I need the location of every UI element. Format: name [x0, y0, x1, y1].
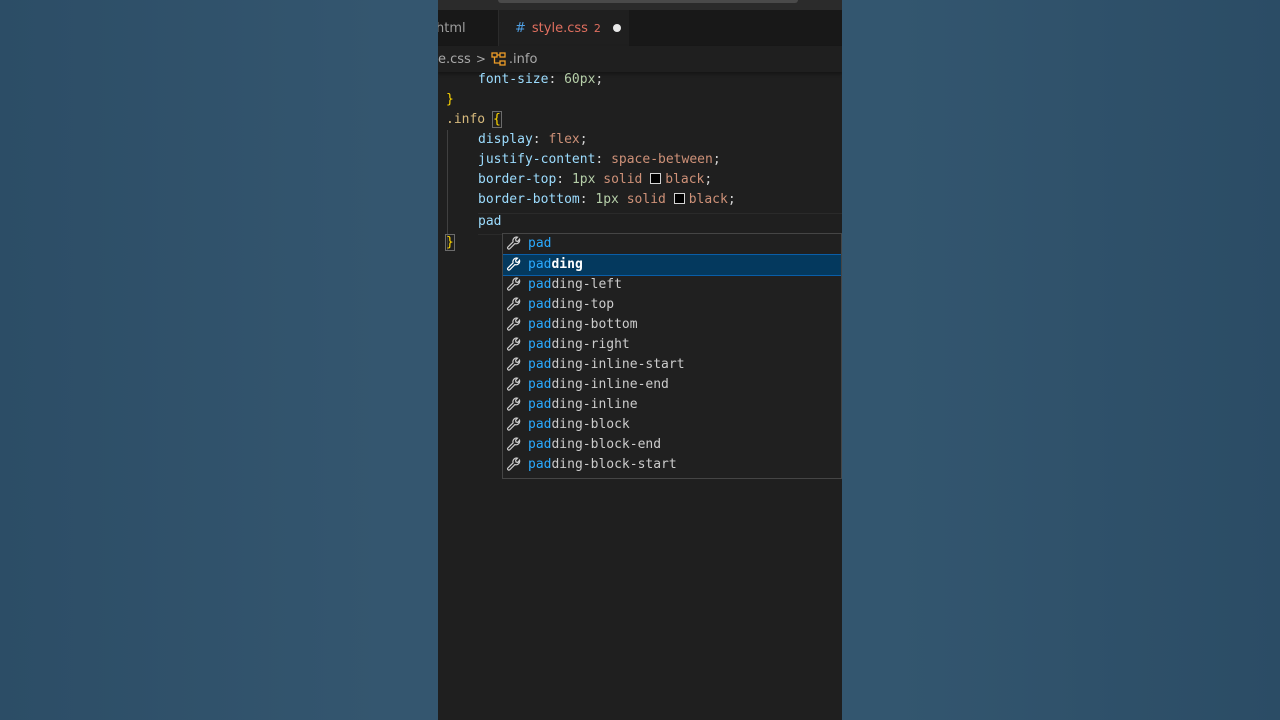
- wrench-icon: [506, 437, 524, 453]
- wrench-icon: [506, 297, 524, 313]
- unsaved-dot-icon[interactable]: [612, 24, 621, 32]
- code-line-typing: pad: [478, 214, 502, 229]
- symbol-class-icon: [491, 52, 506, 66]
- indent-guide: [447, 130, 448, 250]
- wrench-icon: [506, 397, 524, 413]
- suggestion-item[interactable]: pad: [503, 234, 841, 254]
- command-center[interactable]: [498, 0, 798, 3]
- title-bar: [438, 0, 842, 10]
- css-file-icon: #: [515, 20, 526, 36]
- code-line: }: [445, 233, 455, 253]
- suggestion-item[interactable]: pad ding-left: [503, 275, 841, 295]
- suggestion-item[interactable]: pad ding-right: [503, 335, 841, 355]
- wrench-icon: [506, 277, 524, 293]
- color-swatch[interactable]: [673, 193, 685, 204]
- code-line: font-size: 60px;: [478, 72, 604, 87]
- suggestion-item[interactable]: pad ding-block-end: [503, 435, 841, 455]
- wrench-icon: [506, 357, 524, 373]
- tab-bar: html # style.css 2: [438, 10, 842, 46]
- tab-html[interactable]: html: [438, 10, 499, 46]
- tab-label: html: [438, 20, 466, 36]
- color-swatch[interactable]: [650, 173, 662, 184]
- code-line: }: [446, 92, 454, 107]
- tab-label: style.css: [531, 20, 588, 36]
- breadcrumb-symbol[interactable]: .info: [509, 52, 538, 67]
- wrench-icon: [506, 457, 524, 473]
- suggestion-item[interactable]: pad ding-top: [503, 295, 841, 315]
- code-line: border-bottom: 1px solid black;: [478, 192, 736, 207]
- suggestion-item[interactable]: pad ding-block: [503, 415, 841, 435]
- problem-count-badge: 2: [593, 21, 601, 35]
- suggestion-item-selected[interactable]: pad ding: [503, 254, 841, 276]
- suggestion-item[interactable]: pad ding-bottom: [503, 315, 841, 335]
- code-line: .info {: [446, 111, 502, 128]
- bracket-match: }: [445, 234, 455, 251]
- wrench-icon: [506, 236, 524, 252]
- tab-style-css[interactable]: # style.css 2: [499, 10, 629, 46]
- code-line: display: flex;: [478, 132, 588, 147]
- suggestion-item[interactable]: pad ding-inline-start: [503, 355, 841, 375]
- wrench-icon: [506, 417, 524, 433]
- code-line: justify-content: space-between;: [478, 152, 721, 167]
- wrench-icon: [506, 337, 524, 353]
- suggestion-item[interactable]: pad ding-inline-end: [503, 375, 841, 395]
- autocomplete-suggestions: pad pad ding pad ding-left pad ding-top pad…: [502, 233, 842, 479]
- suggestion-item[interactable]: pad ding-block-start: [503, 455, 841, 475]
- breadcrumb-file[interactable]: e.css: [438, 52, 471, 67]
- wrench-icon: [506, 257, 524, 273]
- chevron-right-icon: >: [475, 52, 486, 66]
- suggestion-item[interactable]: pad ding-inline: [503, 395, 841, 415]
- bracket-match: {: [491, 111, 502, 128]
- wrench-icon: [506, 377, 524, 393]
- current-line-highlight: [478, 213, 842, 235]
- breadcrumb: e.css > .info: [438, 46, 842, 72]
- code-line: border-top: 1px solid black;: [478, 172, 713, 187]
- wrench-icon: [506, 317, 524, 333]
